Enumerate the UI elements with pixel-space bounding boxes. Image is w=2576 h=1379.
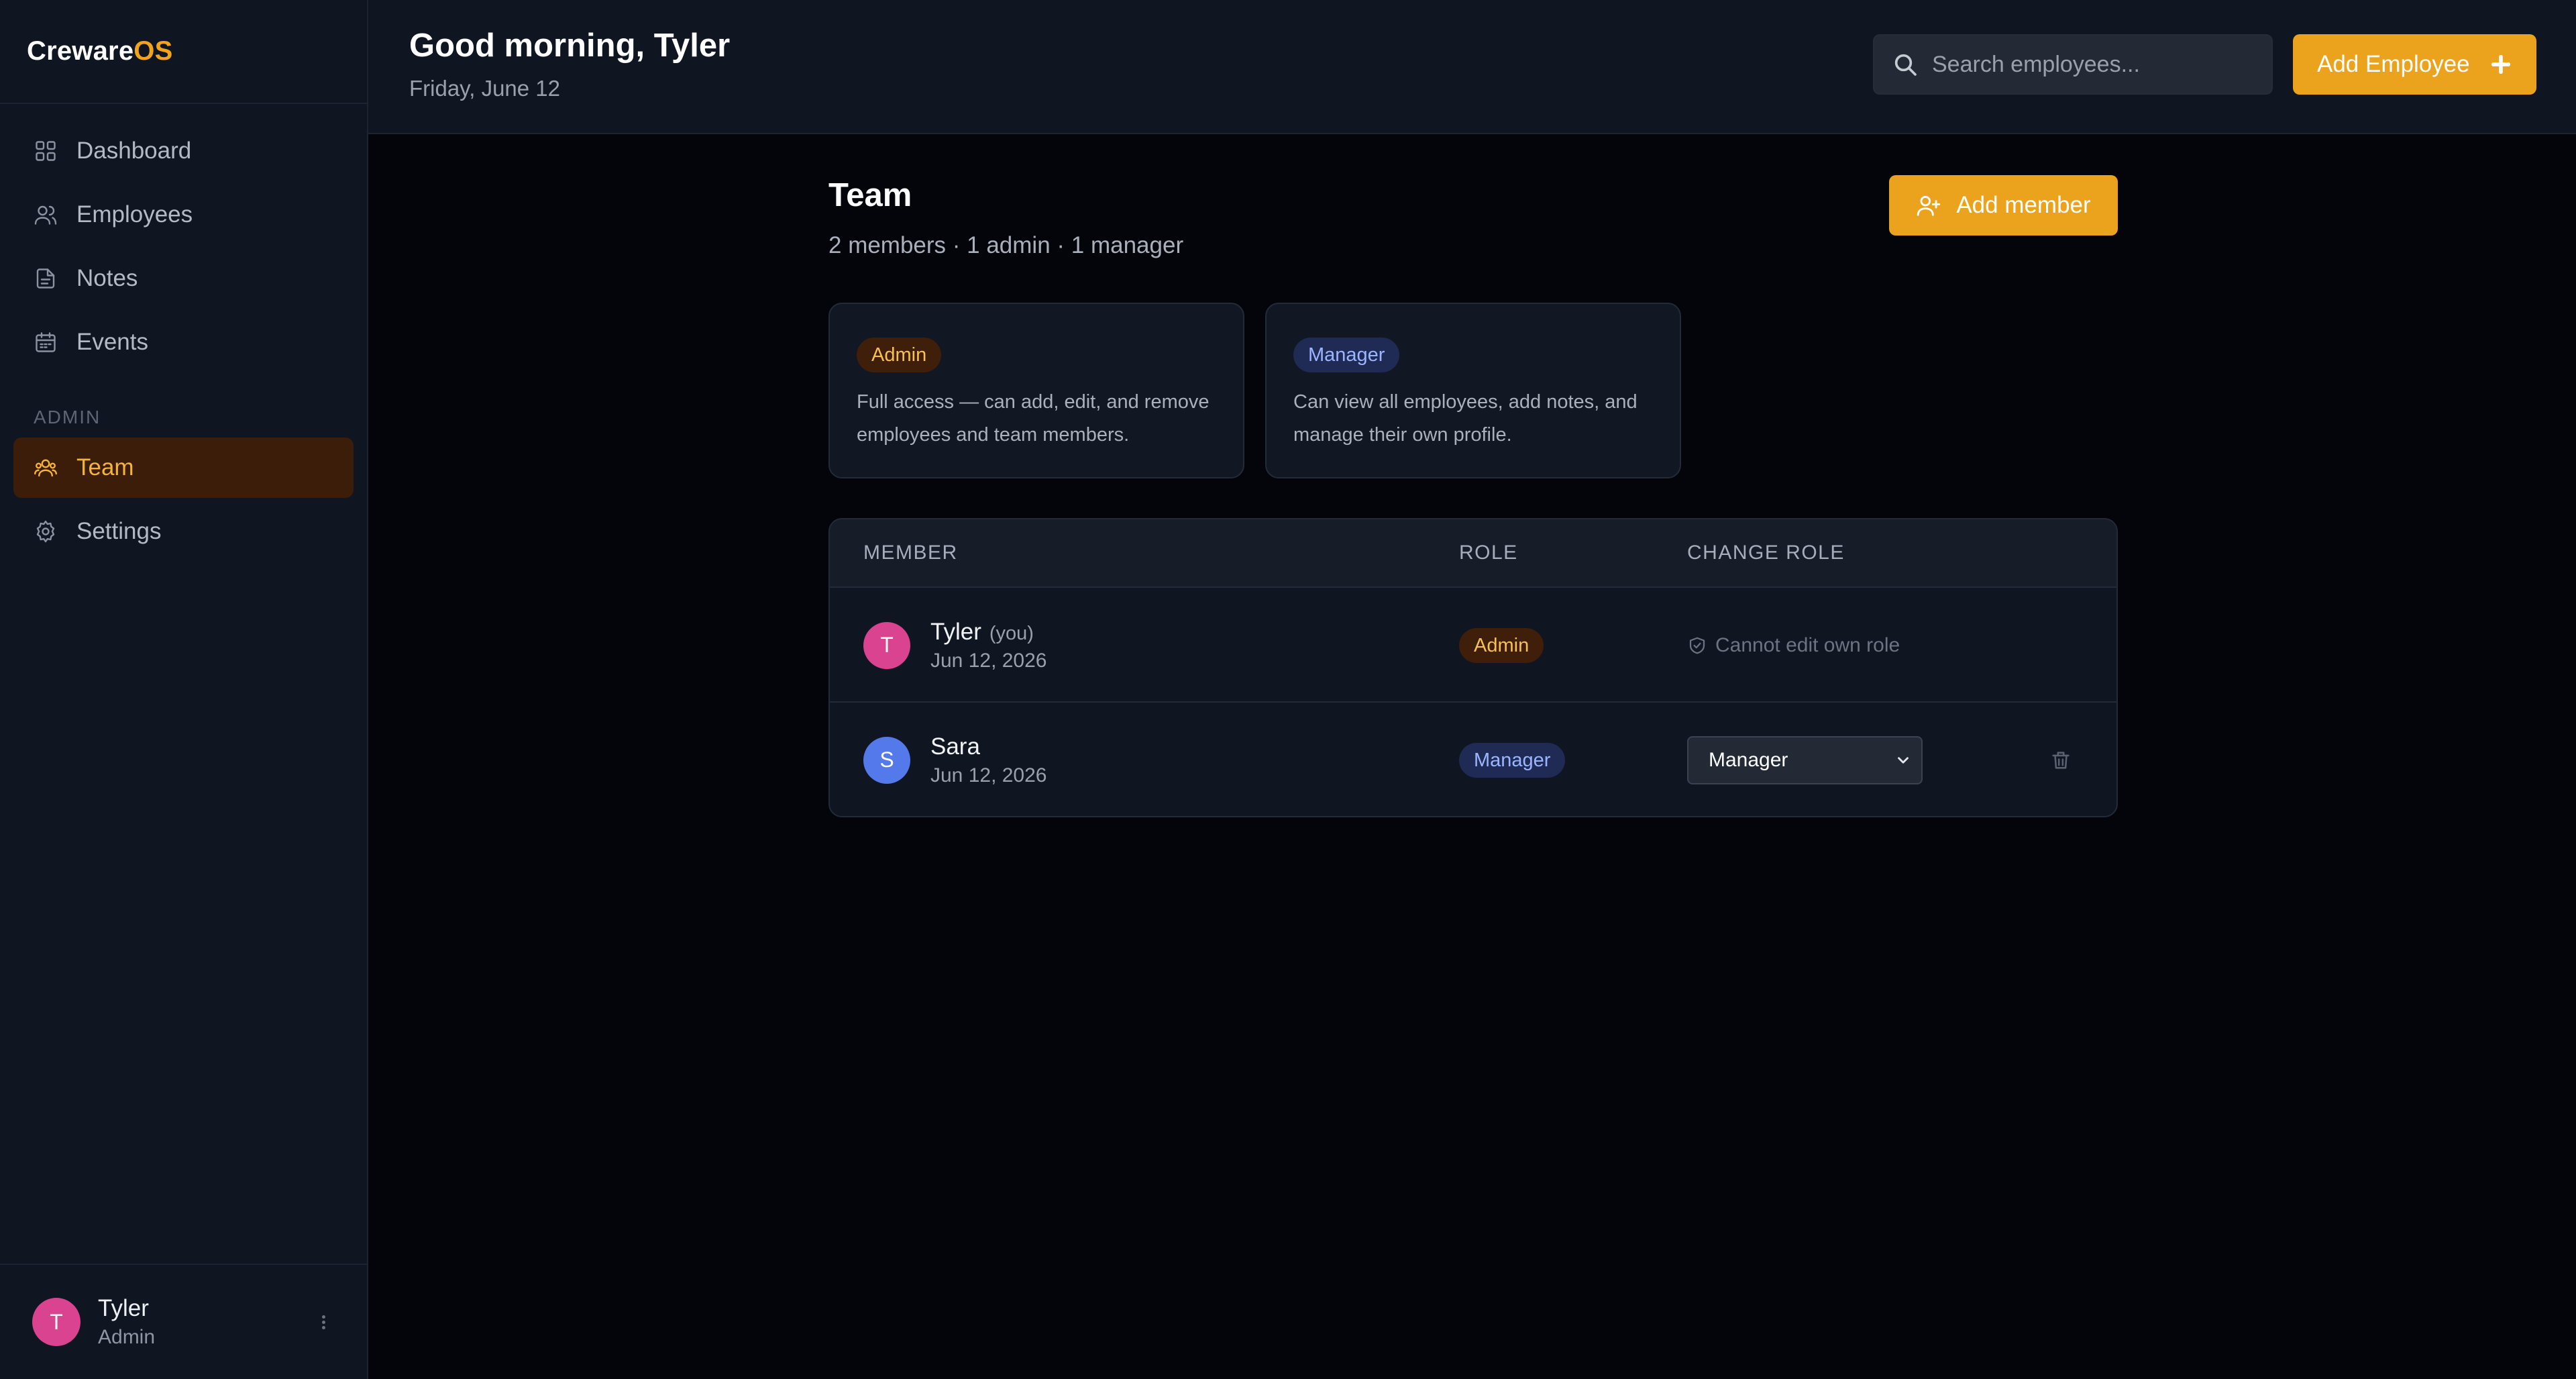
role-description: Can view all employees, add notes, and m…: [1293, 391, 1638, 446]
column-header-member: MEMBER: [863, 542, 958, 564]
page-title: Team: [828, 177, 912, 213]
team-members-table: MEMBER ROLE CHANGE ROLE T Tyler (you) Jun…: [828, 518, 2118, 817]
column-header-change-role: CHANGE ROLE: [1687, 542, 1845, 564]
team-icon: [34, 459, 57, 477]
manager-badge: Manager: [1293, 338, 1400, 372]
avatar: S: [863, 736, 910, 784]
search-icon: [1894, 54, 1917, 76]
add-member-label: Add member: [1956, 192, 2091, 218]
calendar-icon: [36, 332, 56, 352]
add-employee-label: Add Employee: [2317, 51, 2470, 77]
current-date: Friday, June 12: [409, 76, 561, 101]
cannot-edit-text: Cannot edit own role: [1715, 633, 1900, 656]
column-header-role: ROLE: [1459, 542, 1518, 564]
member-joined-date: Jun 12, 2026: [930, 764, 1047, 786]
sidebar: Creware OS Dashboard Employees Notes Even…: [0, 0, 368, 1379]
brand-logo[interactable]: Creware OS: [0, 0, 367, 104]
sidebar-item-label: Team: [76, 454, 134, 480]
role-select-value: Manager: [1709, 748, 1788, 771]
you-label: (you): [989, 622, 1034, 644]
sidebar-item-team[interactable]: Team: [13, 438, 354, 498]
chevron-down-icon: [1898, 756, 1909, 764]
sidebar-item-label: Employees: [76, 201, 193, 227]
sidebar-user-info: Tyler Admin: [98, 1295, 155, 1349]
admin-badge: Admin: [857, 338, 942, 372]
role-description: Full access — can add, edit, and remove …: [857, 391, 1210, 446]
brand-name-part2: OS: [133, 36, 173, 66]
table-row: S Sara Jun 12, 2026 Manager Manager: [830, 703, 2116, 816]
sidebar-item-label: Notes: [76, 265, 138, 291]
search-input[interactable]: [1932, 51, 2247, 78]
avatar: T: [32, 1298, 80, 1346]
member-cell: S Sara Jun 12, 2026: [863, 703, 1047, 816]
sidebar-nav: Dashboard Employees Notes Events ADMIN T…: [0, 121, 367, 562]
user-plus-icon: [1917, 195, 1941, 216]
sidebar-item-events[interactable]: Events: [13, 312, 354, 372]
change-role-cell: Cannot edit own role: [1687, 588, 1900, 703]
sidebar-item-label: Events: [76, 329, 148, 355]
shield-check-icon: [1689, 637, 1705, 654]
role-cell: Manager: [1459, 703, 1566, 816]
top-header: Good morning, Tyler Friday, June 12 Add …: [368, 0, 2576, 134]
sidebar-user-name: Tyler: [98, 1295, 149, 1321]
plus-icon: [2491, 54, 2511, 74]
member-cell: T Tyler (you) Jun 12, 2026: [863, 588, 1046, 703]
add-employee-button[interactable]: Add Employee: [2293, 34, 2536, 95]
table-row: T Tyler (you) Jun 12, 2026 Admin Cannot e…: [830, 588, 2116, 703]
role-select[interactable]: Manager: [1687, 735, 1923, 784]
change-role-cell: Manager: [1687, 703, 1923, 816]
cannot-edit-notice: Cannot edit own role: [1687, 634, 1900, 657]
greeting-title: Good morning, Tyler: [409, 28, 731, 64]
avatar: T: [863, 621, 910, 669]
sidebar-item-label: Dashboard: [76, 138, 192, 164]
sidebar-item-dashboard[interactable]: Dashboard: [13, 121, 354, 181]
sidebar-item-employees[interactable]: Employees: [13, 185, 354, 245]
sidebar-user-profile[interactable]: T Tyler Admin: [0, 1264, 367, 1379]
delete-member-button[interactable]: [2049, 703, 2072, 816]
role-cell: Admin: [1459, 588, 1544, 703]
member-name: Tyler: [930, 618, 981, 645]
users-icon: [34, 205, 57, 225]
file-icon: [36, 268, 55, 289]
member-joined-date: Jun 12, 2026: [930, 649, 1047, 672]
more-vertical-icon[interactable]: [320, 1313, 327, 1331]
trash-icon: [2052, 751, 2070, 769]
grid-icon: [36, 141, 56, 161]
gear-icon: [36, 520, 55, 543]
admin-badge: Admin: [1459, 627, 1544, 663]
brand-name-part1: Creware: [27, 36, 134, 66]
table-header: MEMBER ROLE CHANGE ROLE: [830, 519, 2116, 588]
add-member-button[interactable]: Add member: [1889, 175, 2118, 236]
member-name: Sara: [930, 733, 980, 760]
role-card-manager: Manager Can view all employees, add note…: [1265, 303, 1681, 478]
manager-badge: Manager: [1459, 742, 1566, 778]
sidebar-item-label: Settings: [76, 518, 162, 544]
sidebar-item-notes[interactable]: Notes: [13, 248, 354, 309]
sidebar-user-role: Admin: [98, 1326, 156, 1348]
team-summary: 2 members · 1 admin · 1 manager: [828, 232, 1184, 258]
role-card-admin: Admin Full access — can add, edit, and r…: [828, 303, 1244, 478]
search-box[interactable]: [1873, 34, 2273, 95]
sidebar-item-settings[interactable]: Settings: [13, 501, 354, 562]
sidebar-section-admin: ADMIN: [34, 407, 101, 427]
